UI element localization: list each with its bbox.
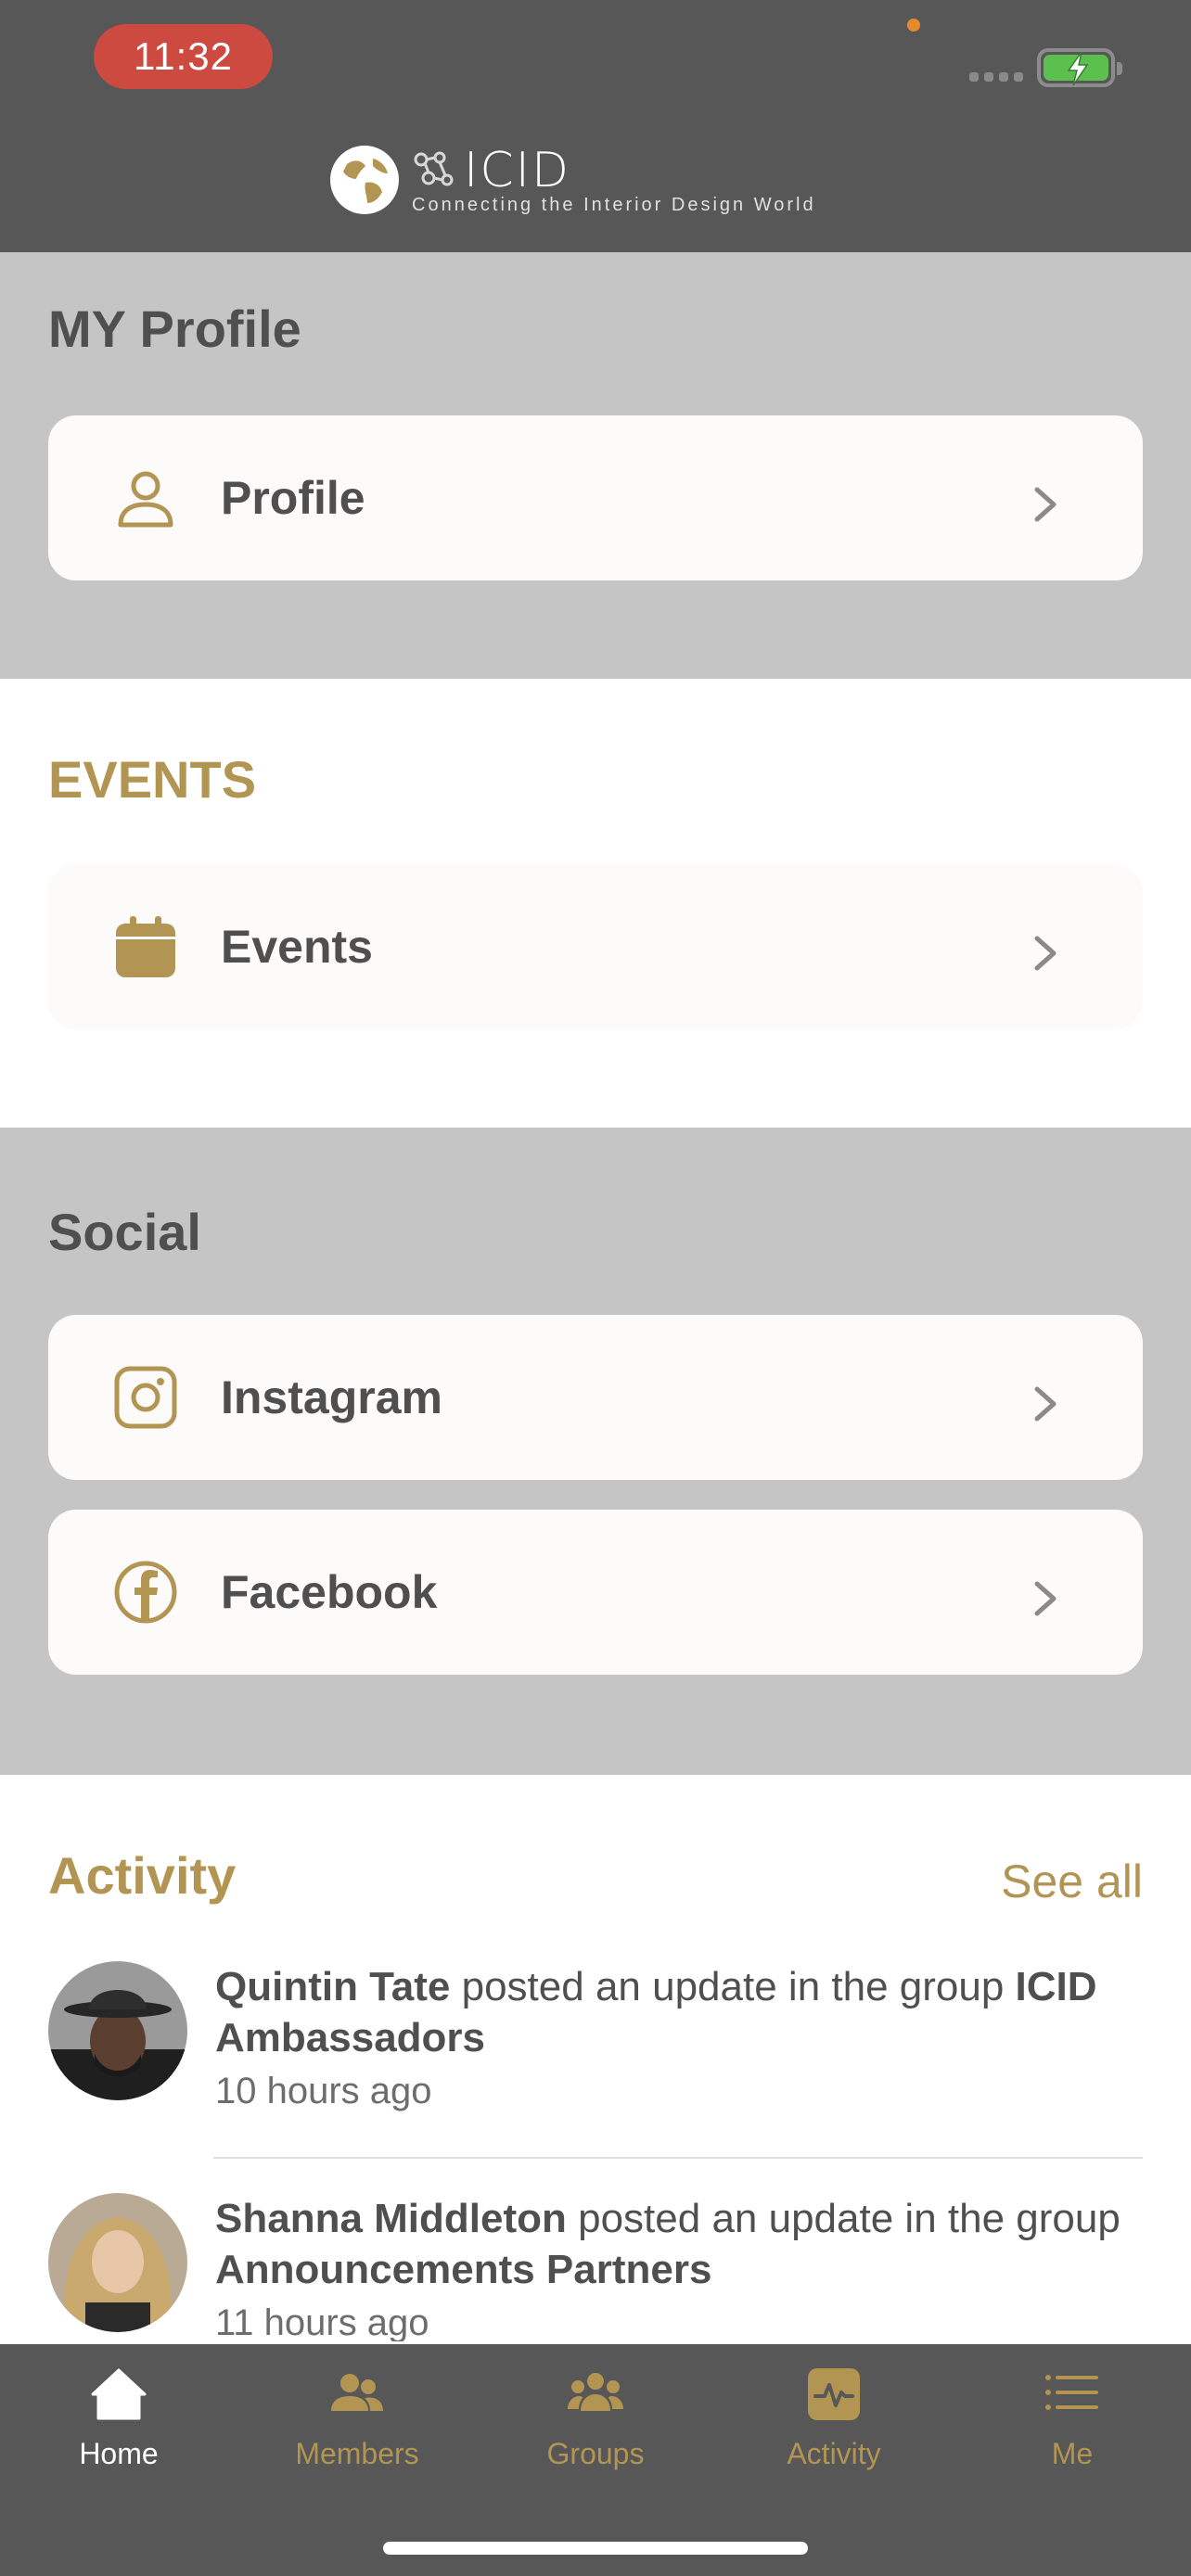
instagram-label: Instagram	[221, 1371, 442, 1423]
activity-text: Quintin Tate posted an update in the gro…	[215, 1961, 1152, 2063]
activity-time: 11 hours ago	[215, 2302, 429, 2341]
activity-item[interactable]: Quintin Tate posted an update in the gro…	[48, 1961, 1143, 2147]
instagram-row[interactable]: Instagram	[48, 1315, 1143, 1480]
see-all-link[interactable]: See all	[1001, 1855, 1143, 1908]
tab-label: Activity	[787, 2437, 881, 2470]
events-row[interactable]: Events	[48, 864, 1143, 1029]
tab-label: Home	[79, 2437, 159, 2470]
events-label: Events	[221, 921, 373, 973]
activity-time: 10 hours ago	[215, 2071, 432, 2111]
logo-molecule-icon	[414, 151, 454, 186]
tab-me[interactable]: Me	[980, 2365, 1165, 2471]
activity-user[interactable]: Quintin Tate	[215, 1964, 450, 2009]
icid-logo: ICID Connecting the Interior Design Worl…	[330, 143, 857, 217]
globe-icon	[330, 146, 399, 214]
activity-icon	[808, 2368, 860, 2420]
tab-label: Groups	[546, 2437, 645, 2470]
brand-tagline: Connecting the Interior Design World	[412, 195, 816, 215]
instagram-icon	[114, 1366, 177, 1429]
home-icon	[91, 2368, 147, 2420]
section-title: Social	[48, 1203, 201, 1261]
activity-group[interactable]: Announcements Partners	[215, 2247, 711, 2292]
battery-charging-icon	[1037, 48, 1122, 87]
section-title: MY Profile	[48, 300, 301, 358]
tab-label: Me	[1051, 2437, 1094, 2470]
avatar[interactable]	[48, 2193, 187, 2332]
brand-name: ICID	[464, 143, 571, 198]
status-time: 11:32	[94, 24, 273, 89]
avatar[interactable]	[48, 1961, 187, 2100]
profile-label: Profile	[221, 472, 365, 524]
calendar-icon	[116, 916, 175, 977]
tab-home[interactable]: Home	[26, 2365, 211, 2471]
activity-title: Activity	[48, 1846, 237, 1905]
facebook-label: Facebook	[221, 1566, 438, 1618]
activity-action: posted an update in the group	[450, 1964, 1016, 2009]
facebook-icon	[114, 1561, 177, 1624]
facebook-row[interactable]: Facebook	[48, 1510, 1143, 1675]
chevron-right-icon	[1034, 1581, 1057, 1616]
chevron-right-icon	[1034, 936, 1057, 971]
tab-members[interactable]: Members	[264, 2365, 450, 2471]
app-header: 11:32 ICID Connecting the Interior Desig…	[0, 0, 1191, 252]
my-profile-section: MY Profile Profile	[0, 252, 1191, 679]
activity-action: posted an update in the group	[566, 2196, 1121, 2241]
divider	[213, 2157, 1143, 2159]
menu-icon	[1045, 2375, 1098, 2410]
tab-groups[interactable]: Groups	[503, 2365, 688, 2471]
cellular-signal-icon	[969, 72, 1023, 82]
social-section: Social Instagram Facebook	[0, 1128, 1191, 1775]
tab-label: Members	[295, 2437, 419, 2470]
person-icon	[118, 471, 173, 528]
members-icon	[331, 2374, 383, 2411]
chevron-right-icon	[1034, 487, 1057, 522]
activity-text: Shanna Middleton posted an update in the…	[215, 2193, 1143, 2295]
activity-item[interactable]: Shanna Middleton posted an update in the…	[48, 2193, 1143, 2341]
home-indicator[interactable]	[383, 2542, 808, 2555]
groups-icon	[568, 2373, 623, 2411]
chevron-right-icon	[1034, 1386, 1057, 1422]
section-title: EVENTS	[48, 750, 257, 809]
activity-user[interactable]: Shanna Middleton	[215, 2196, 567, 2241]
events-section: EVENTS Events	[0, 679, 1191, 1128]
tab-activity[interactable]: Activity	[741, 2365, 927, 2471]
profile-row[interactable]: Profile	[48, 415, 1143, 580]
privacy-indicator-dot	[907, 19, 920, 32]
